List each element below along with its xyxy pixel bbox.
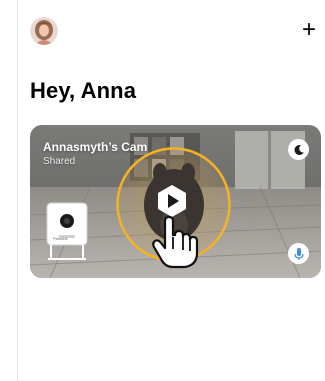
camera-card[interactable]: Annasmyth’s Cam Shared Petcube — [30, 125, 321, 278]
camera-status: Shared — [43, 156, 76, 167]
microphone-icon — [293, 247, 304, 260]
moon-icon — [293, 144, 304, 155]
play-button[interactable] — [155, 184, 189, 218]
page-edge-divider — [17, 0, 18, 381]
avatar[interactable] — [30, 17, 58, 45]
hand-pointer-icon — [152, 215, 199, 269]
device-label: Petcube — [53, 236, 68, 241]
play-icon — [158, 185, 186, 217]
petcube-device-icon — [46, 202, 88, 260]
page-title: Hey, Anna — [30, 78, 137, 103]
user-avatar-icon — [30, 17, 58, 45]
plus-icon: + — [301, 16, 316, 43]
add-device-button[interactable]: + — [296, 16, 322, 44]
night-mode-button[interactable] — [288, 139, 309, 160]
microphone-button[interactable] — [288, 243, 309, 264]
